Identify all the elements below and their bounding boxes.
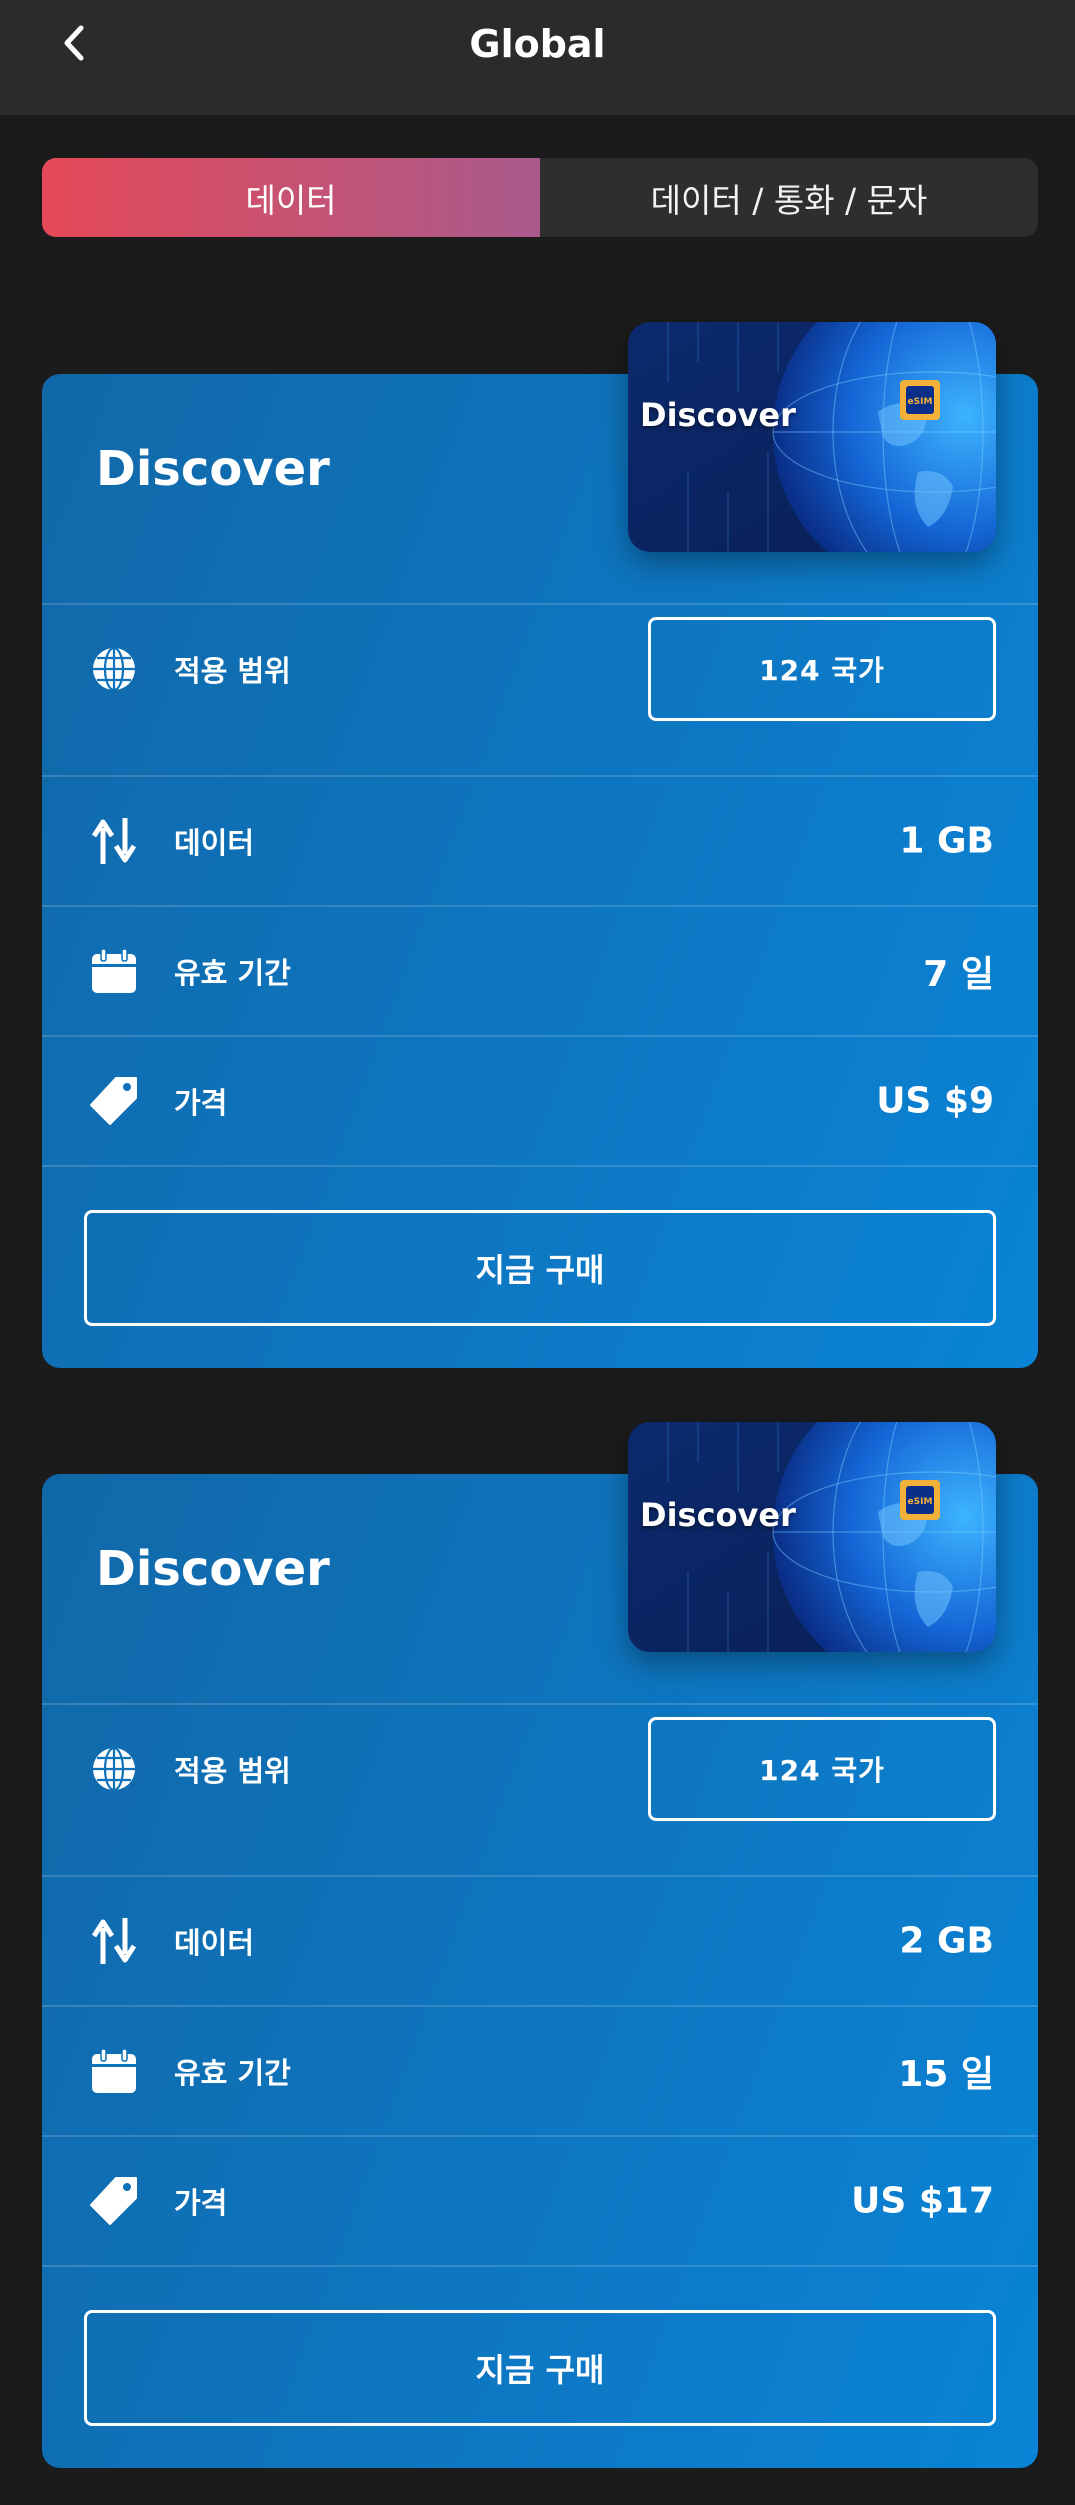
globe-icon <box>88 643 140 695</box>
plan-card: Discover eSIM Discover 적용 범위 124 국가 데이터 … <box>42 322 1038 1368</box>
buy-now-button[interactable]: 지금 구매 <box>84 2310 996 2426</box>
esim-card-image: eSIM Discover <box>628 322 996 552</box>
scope-row: 적용 범위 124 국가 <box>42 1705 1038 1833</box>
countries-button[interactable]: 124 국가 <box>648 617 996 721</box>
validity-value: 7 일 <box>923 954 994 995</box>
price-value: US $17 <box>851 2180 994 2222</box>
tab-data-call-sms[interactable]: 데이터 / 통화 / 문자 <box>540 158 1038 237</box>
data-value: 1 GB <box>899 820 994 862</box>
data-row: 데이터 2 GB <box>42 1877 1038 2005</box>
price-tag-icon <box>88 2175 140 2227</box>
validity-value: 15 일 <box>898 2054 994 2095</box>
plan-name: Discover <box>96 441 330 497</box>
validity-label: 유효 기간 <box>174 2056 291 2090</box>
scope-label: 적용 범위 <box>174 654 291 688</box>
chip-label: eSIM <box>908 1497 933 1507</box>
up-down-arrows-icon <box>88 815 140 867</box>
buy-now-button[interactable]: 지금 구매 <box>84 1210 996 1326</box>
data-label: 데이터 <box>174 1926 255 1960</box>
price-row: 가격 US $17 <box>42 2137 1038 2265</box>
data-value: 2 GB <box>899 1920 994 1962</box>
price-tag-icon <box>88 1075 140 1127</box>
price-label: 가격 <box>174 2186 228 2220</box>
validity-row: 유효 기간 15 일 <box>42 2007 1038 2135</box>
chip-label: eSIM <box>908 397 933 407</box>
price-row: 가격 US $9 <box>42 1037 1038 1165</box>
plan-card: Discover eSIM Discover 적용 범위 124 국가 데이터 … <box>42 1422 1038 2468</box>
validity-row: 유효 기간 7 일 <box>42 907 1038 1035</box>
data-label: 데이터 <box>174 826 255 860</box>
esim-card-label: Discover <box>640 1496 796 1534</box>
plan-type-tabs: 데이터 데이터 / 통화 / 문자 <box>42 158 1038 237</box>
price-label: 가격 <box>174 1086 228 1120</box>
esim-card-label: Discover <box>640 396 796 434</box>
calendar-icon <box>88 945 140 997</box>
up-down-arrows-icon <box>88 1915 140 1967</box>
divider <box>42 2265 1038 2267</box>
scope-label: 적용 범위 <box>174 1754 291 1788</box>
tab-data[interactable]: 데이터 <box>42 158 540 237</box>
esim-card-image: eSIM Discover <box>628 1422 996 1652</box>
page-title: Global <box>469 22 606 66</box>
top-bar: Global <box>0 0 1075 115</box>
countries-button[interactable]: 124 국가 <box>648 1717 996 1821</box>
plan-name: Discover <box>96 1541 330 1597</box>
price-value: US $9 <box>876 1080 994 1122</box>
calendar-icon <box>88 2045 140 2097</box>
divider <box>42 1165 1038 1167</box>
scope-row: 적용 범위 124 국가 <box>42 605 1038 733</box>
validity-label: 유효 기간 <box>174 956 291 990</box>
globe-icon <box>88 1743 140 1795</box>
data-row: 데이터 1 GB <box>42 777 1038 905</box>
